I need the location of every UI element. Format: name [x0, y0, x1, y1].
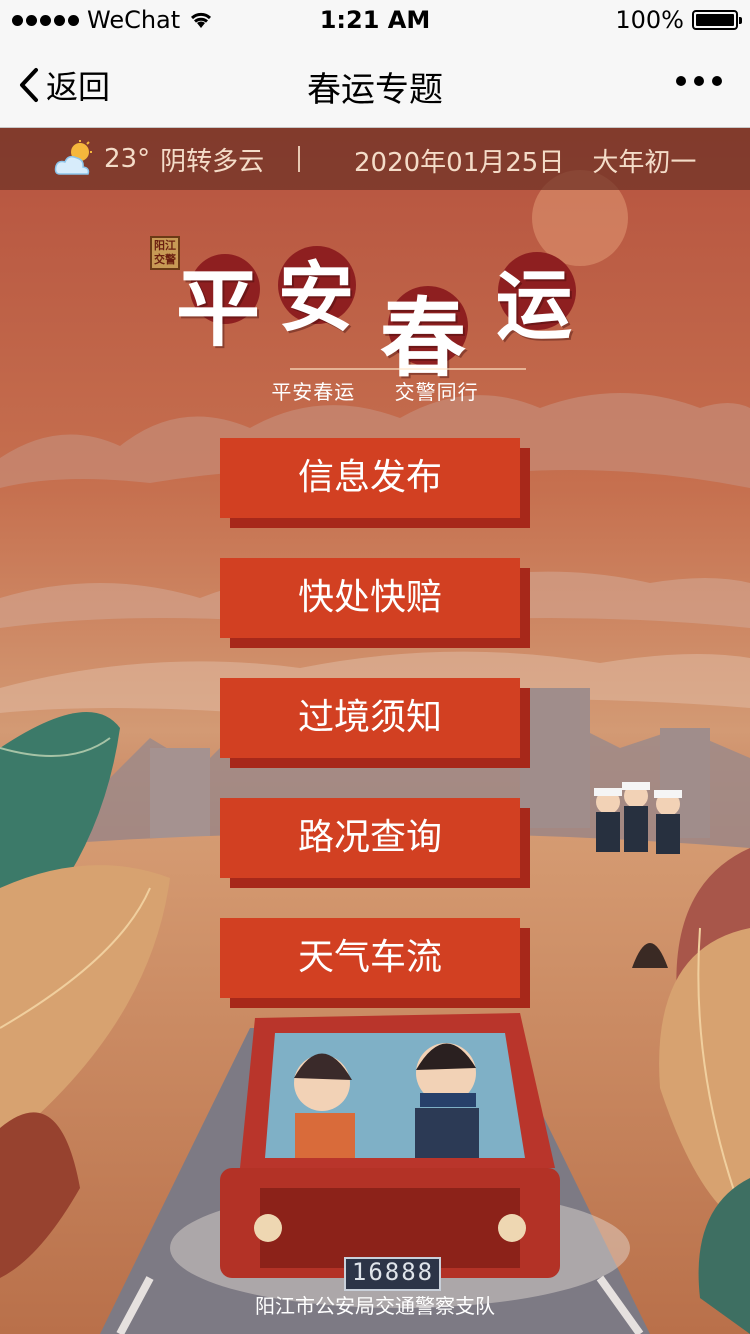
logo-char-1: 平: [176, 259, 261, 358]
status-bar: WeChat 1:21 AM 100%: [0, 0, 750, 40]
main-menu: 信息发布 快处快赔 过境须知 路况查询 天气车流: [220, 438, 530, 1038]
page-title: 春运专题: [307, 70, 443, 110]
police-figures: [594, 782, 682, 854]
battery-icon: [692, 10, 742, 30]
tagline-rule: [290, 368, 526, 370]
more-options-button[interactable]: [676, 76, 722, 86]
footer-org: 阳江市公安局交通警察支队: [255, 1294, 495, 1318]
info-release-button[interactable]: 信息发布: [220, 438, 520, 518]
weather-divider: [298, 146, 300, 172]
tagline: 平安春运 交警同行: [0, 376, 750, 405]
transit-notice-button[interactable]: 过境须知: [220, 678, 520, 758]
current-date: 2020年01月25日: [354, 148, 565, 178]
partly-cloudy-icon: [54, 140, 92, 175]
temperature: 23°: [104, 144, 151, 174]
logo-char-4: 运: [496, 261, 572, 350]
logo-char-3: 春: [380, 288, 466, 389]
lunar-day: 大年初一: [592, 148, 697, 178]
road-status-button[interactable]: 路况查询: [220, 798, 520, 878]
quick-claim-button[interactable]: 快处快赔: [220, 558, 520, 638]
weather-condition: 阴转多云: [160, 146, 265, 177]
weather-traffic-button[interactable]: 天气车流: [220, 918, 520, 998]
main-content: 23° 阴转多云 2020年01月25日 大年初一 阳江 交警 平 安 春 运 …: [0, 128, 750, 1334]
weather-bar: 23° 阴转多云 2020年01月25日 大年初一: [0, 128, 750, 190]
logo-char-2: 安: [278, 253, 354, 342]
tagline-right: 交警同行: [394, 380, 479, 404]
date-info: 2020年01月25日 大年初一: [354, 142, 696, 179]
battery-percent: 100%: [615, 6, 684, 34]
status-right: 100%: [615, 6, 742, 34]
tagline-left: 平安春运: [271, 380, 356, 404]
license-plate: 16888: [351, 1258, 435, 1286]
nav-bar: 返回 春运专题: [0, 40, 750, 128]
weather-summary: 23° 阴转多云: [54, 140, 264, 178]
